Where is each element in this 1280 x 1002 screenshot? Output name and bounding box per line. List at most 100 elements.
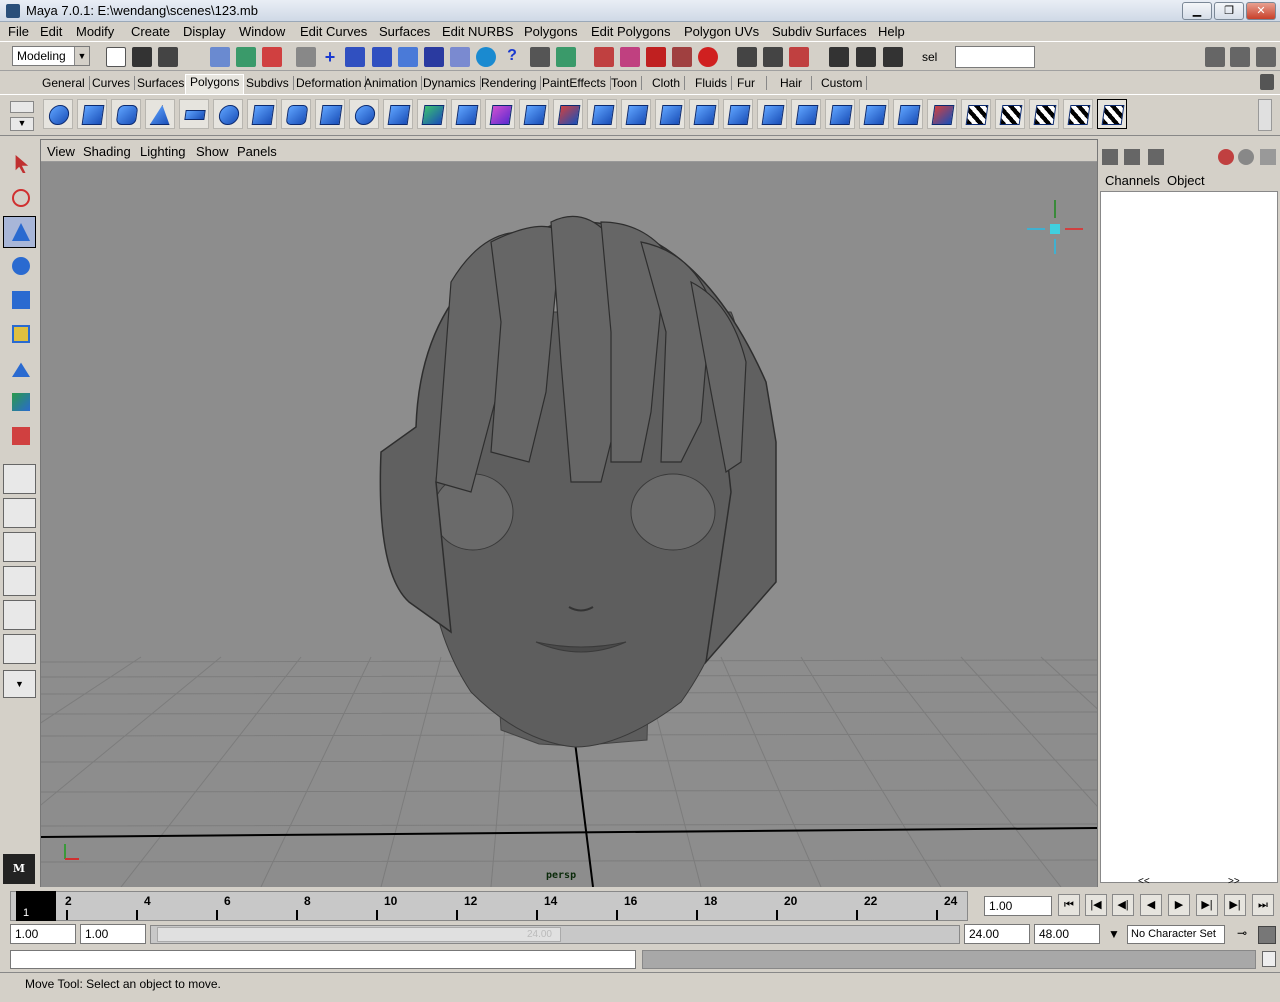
tab-polygons[interactable]: Polygons [185,74,245,94]
panel-menu-lighting[interactable]: Lighting [140,144,186,159]
playback-end-field[interactable]: 24.00 [964,924,1030,944]
tab-surfaces[interactable]: Surfaces [133,76,190,90]
new-scene-icon[interactable] [106,47,126,67]
playback-start-field[interactable]: 1.00 [80,924,146,944]
poke-faces-icon[interactable] [927,99,957,129]
chevron-down-icon[interactable]: ▼ [3,670,36,698]
live-object-icon[interactable] [476,47,496,67]
step-back-frame-button[interactable]: ◀| [1112,894,1134,916]
character-set-field[interactable]: No Character Set [1127,925,1225,944]
layer-editor-icon[interactable] [1124,149,1140,165]
channel-list[interactable] [1100,191,1278,883]
chevron-down-icon[interactable]: ▼ [10,117,34,131]
poly-helix-icon[interactable] [315,99,345,129]
split-edge-ring-icon[interactable] [859,99,889,129]
quick-select-input[interactable] [955,46,1035,68]
view-cube-gizmo[interactable] [1027,200,1083,254]
step-back-key-button[interactable]: |◀ [1085,894,1107,916]
four-view-layout-icon[interactable] [3,498,36,528]
arrow-icon[interactable] [1260,149,1276,165]
scroll-left-button[interactable]: << [1138,876,1150,887]
poly-platonic-icon[interactable] [383,99,413,129]
chevron-down-icon[interactable]: ▼ [1103,924,1125,944]
menu-polygon-uvs[interactable]: Polygon UVs [684,24,759,39]
poly-soccer-ball-icon[interactable] [349,99,379,129]
separate-icon[interactable] [451,99,481,129]
render-globals-icon[interactable] [672,47,692,67]
construction-history-icon[interactable] [594,47,614,67]
rotate-tool-icon[interactable] [3,250,36,282]
tab-curves[interactable]: Curves [88,76,136,90]
anim-prefs-icon[interactable] [1258,926,1276,944]
menu-polygons[interactable]: Polygons [524,24,577,39]
mirror-icon[interactable] [553,99,583,129]
tab-channels[interactable]: Channels [1105,173,1160,188]
perspective-viewport[interactable]: persp [41,162,1097,887]
menu-set-dropdown[interactable]: Modeling ▼ [12,46,90,66]
bridge-icon[interactable] [655,99,685,129]
menu-window[interactable]: Window [239,24,285,39]
manipulator-icon[interactable] [1218,149,1234,165]
range-slider-handle[interactable]: 24.00 [157,927,561,942]
tab-dynamics[interactable]: Dynamics [419,76,481,90]
render-current-icon[interactable] [620,47,640,67]
select-highlight-icon[interactable] [556,47,576,67]
clapper-ipr-icon[interactable] [856,47,876,67]
menu-create[interactable]: Create [131,24,170,39]
planar-mapping-icon[interactable] [961,99,991,129]
soft-modification-icon[interactable] [3,352,36,384]
animation-start-field[interactable]: 1.00 [10,924,76,944]
persp-graph-layout-icon[interactable] [3,566,36,596]
render-view-icon[interactable] [789,47,809,67]
booleans-icon[interactable] [485,99,515,129]
menu-file[interactable]: File [8,24,29,39]
merge-vertices-icon[interactable] [791,99,821,129]
input-ops-icon[interactable] [737,47,757,67]
tab-subdivs[interactable]: Subdivs [242,76,294,90]
poly-pipe-icon[interactable] [281,99,311,129]
shelf-menu-button[interactable] [10,101,34,113]
select-object-icon[interactable] [236,47,256,67]
panel-menu-view[interactable]: View [47,144,75,159]
scale-tool-icon[interactable] [3,284,36,316]
step-forward-frame-button[interactable]: ▶| [1196,894,1218,916]
poly-cube-icon[interactable] [77,99,107,129]
poly-plane-icon[interactable] [179,99,209,129]
menu-edit-nurbs[interactable]: Edit NURBS [442,24,514,39]
lock-icon[interactable] [530,47,550,67]
open-scene-icon[interactable] [132,47,152,67]
quick-select-label[interactable]: sel [922,50,937,64]
persp-graph-hypergraph-layout-icon[interactable] [3,634,36,664]
animation-end-field[interactable]: 48.00 [1034,924,1100,944]
persp-outliner-layout-icon[interactable] [3,532,36,562]
hypershade-layout-icon[interactable] [3,600,36,630]
wedge-faces-icon[interactable] [893,99,923,129]
tab-object[interactable]: Object [1167,173,1205,188]
tab-rendering[interactable]: Rendering [477,76,542,90]
panel-menu-show[interactable]: Show [196,144,229,159]
append-polygon-icon[interactable] [825,99,855,129]
step-forward-key-button[interactable]: ▶| [1224,894,1246,916]
select-hierarchy-icon[interactable] [210,47,230,67]
clapper-render-icon[interactable] [829,47,849,67]
universal-manipulator-icon[interactable] [3,318,36,350]
menu-display[interactable]: Display [183,24,226,39]
menu-help[interactable]: Help [878,24,905,39]
output-ops-icon[interactable] [763,47,783,67]
go-to-start-button[interactable]: ⏮ [1058,894,1080,916]
script-editor-icon[interactable] [1262,951,1276,967]
tab-deformation[interactable]: Deformation [292,76,367,90]
minimize-button[interactable]: ▁ [1182,2,1212,20]
shelf-scrollbar[interactable] [1258,99,1272,131]
show-manipulator-icon[interactable] [3,386,36,418]
select-mask-icon[interactable] [296,47,316,67]
scroll-right-button[interactable]: >> [1228,876,1240,887]
channel-layers-icon[interactable] [1148,149,1164,165]
last-tool-icon[interactable] [3,420,36,452]
poly-sphere-icon[interactable] [43,99,73,129]
tab-fur[interactable]: Fur [733,76,767,90]
tab-toon[interactable]: Toon [607,76,643,90]
tab-fluids[interactable]: Fluids [691,76,733,90]
auto-key-icon[interactable]: ⊸ [1231,926,1253,944]
panel-menu-panels[interactable]: Panels [237,144,277,159]
